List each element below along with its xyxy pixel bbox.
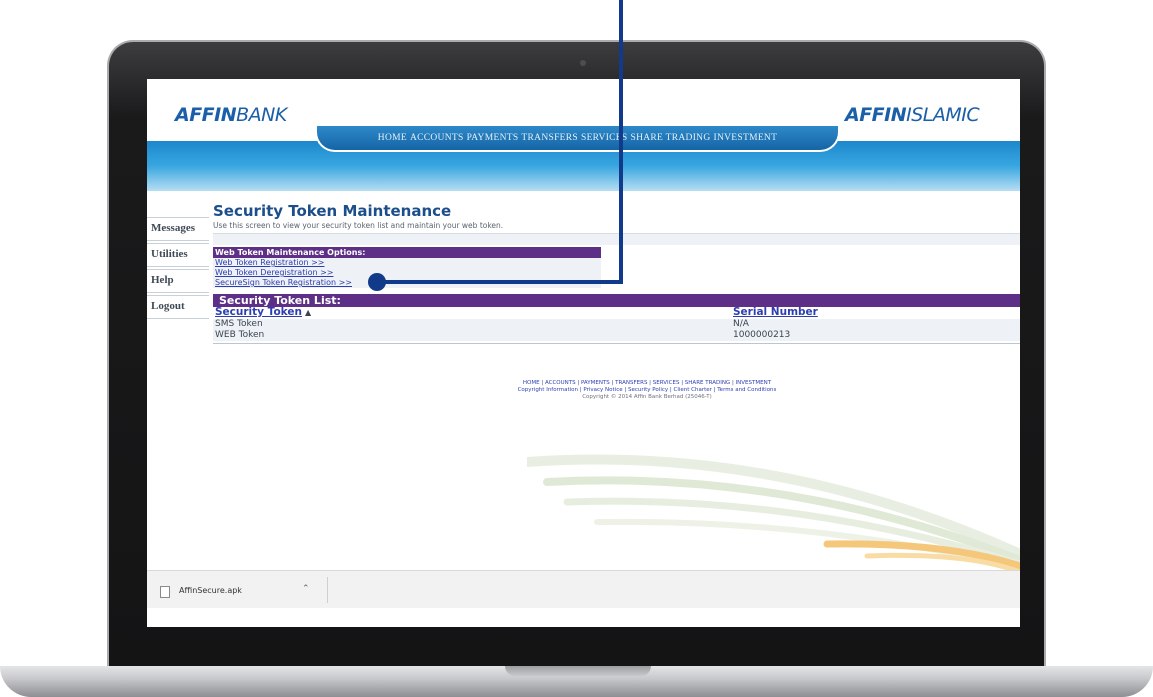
download-file-name[interactable]: AffinSecure.apk [179,586,242,595]
side-item-help[interactable]: Help [147,269,209,293]
footer-copyright: Copyright © 2014 Affin Bank Berhad (2504… [582,394,712,400]
nav-payments[interactable]: PAYMENTS [467,133,519,143]
page-footer: HOME | ACCOUNTS | PAYMENTS | TRANSFERS |… [447,380,847,401]
table-row: SMS Token N/A [213,319,1020,330]
nav-investment[interactable]: INVESTMENT [714,133,778,143]
download-divider [327,577,328,603]
table-row: WEB Token 1000000213 [213,330,1020,341]
nav-transfers[interactable]: TRANSFERS [521,133,578,143]
page-title: Security Token Maintenance [213,202,452,220]
callout-heading [360,0,790,16]
web-token-registration-link[interactable]: Web Token Registration >> [213,258,601,268]
token-name-cell: WEB Token [215,330,265,340]
download-bar: AffinSecure.apk ⌃ [147,570,1020,608]
nav-home[interactable]: HOME [378,133,407,143]
sort-ascending-icon[interactable]: ▲ [305,307,311,318]
side-item-messages[interactable]: Messages [147,217,209,241]
token-name-cell: SMS Token [215,319,263,329]
info-band [213,233,1020,245]
page-subtitle: Use this screen to view your security to… [213,221,504,230]
screen-bottom [147,608,1020,627]
file-icon [160,586,170,598]
col-header-security-token[interactable]: Security Token [215,306,302,318]
logo-right-bold: AFFIN [845,104,907,126]
logo-left-bold: AFFIN [175,104,237,126]
serial-number-cell: 1000000213 [733,330,791,340]
side-item-logout[interactable]: Logout [147,295,209,319]
callout-line-horizontal [376,280,623,284]
affin-bank-logo[interactable]: AFFINBANK [175,104,287,126]
table-header-row: Security Token ▲ Serial Number [213,307,1020,319]
webcam [580,60,586,66]
options-heading: Web Token Maintenance Options: [213,247,601,258]
col-header-serial-number[interactable]: Serial Number [733,307,1020,319]
stage: AFFINBANK AFFINISLAMIC HOME ACCOUNTS PAY… [0,0,1153,697]
token-list-heading: Security Token List: [213,294,1020,307]
serial-number-cell: N/A [733,319,749,329]
side-item-utilities[interactable]: Utilities [147,243,209,267]
table-bottom-rule [213,343,1020,344]
browser-screen: AFFINBANK AFFINISLAMIC HOME ACCOUNTS PAY… [147,79,1020,627]
affin-islamic-logo[interactable]: AFFINISLAMIC [845,104,980,126]
main-nav: HOME ACCOUNTS PAYMENTS TRANSFERS SERVICE… [315,126,840,152]
callout-dot [368,273,386,291]
web-token-deregistration-link[interactable]: Web Token Deregistration >> [213,268,601,278]
logo-right-light: ISLAMIC [906,104,980,126]
col-header-token-cell: Security Token ▲ [215,307,733,319]
footer-nav-links[interactable]: HOME | ACCOUNTS | PAYMENTS | TRANSFERS |… [447,380,847,387]
logo-left-light: BANK [236,104,287,126]
chevron-up-icon[interactable]: ⌃ [302,584,310,594]
laptop-base-notch [505,666,651,676]
callout-line-vertical [619,0,623,283]
decorative-swoosh [527,454,1020,574]
footer-policy-links[interactable]: Copyright Information | Privacy Notice |… [447,387,847,394]
side-menu: Messages Utilities Help Logout [147,217,209,321]
main-content: Security Token Maintenance Use this scre… [213,202,1020,344]
nav-accounts[interactable]: ACCOUNTS [410,133,464,143]
nav-share-trading[interactable]: SHARE TRADING [631,133,711,143]
